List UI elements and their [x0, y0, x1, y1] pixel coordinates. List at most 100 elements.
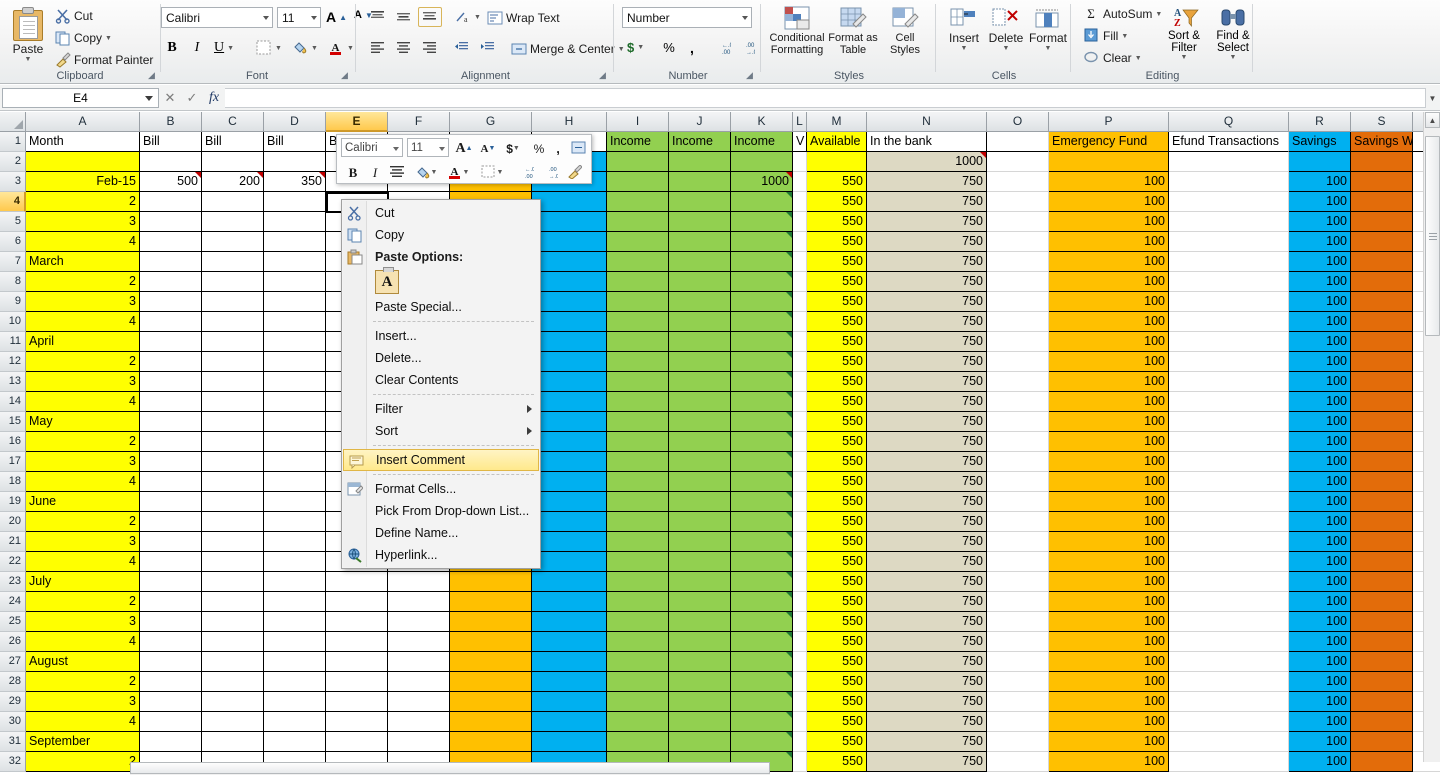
cell-B26[interactable]	[140, 632, 202, 652]
cell-S26[interactable]	[1351, 632, 1413, 652]
cell-R14[interactable]: 100	[1289, 392, 1351, 412]
cell-L16[interactable]	[793, 432, 807, 452]
row-header-21[interactable]: 21	[0, 532, 26, 552]
cell-K14[interactable]	[731, 392, 793, 412]
cell-O12[interactable]	[987, 352, 1049, 372]
cell-Q25[interactable]	[1169, 612, 1289, 632]
cell-K6[interactable]	[731, 232, 793, 252]
cell-H31[interactable]	[532, 732, 607, 752]
cell-O21[interactable]	[987, 532, 1049, 552]
mini-grow-font-button[interactable]: A▲	[453, 138, 475, 159]
cell-P28[interactable]: 100	[1049, 672, 1169, 692]
cell-K12[interactable]	[731, 352, 793, 372]
mini-merge-center-button[interactable]	[568, 138, 590, 159]
align-center-button[interactable]	[392, 38, 416, 58]
cell-R10[interactable]: 100	[1289, 312, 1351, 332]
row-header-16[interactable]: 16	[0, 432, 26, 452]
cell-A14[interactable]: 4	[26, 392, 140, 412]
cell-C14[interactable]	[202, 392, 264, 412]
horizontal-scroll-thumb[interactable]	[130, 762, 770, 774]
mini-font-name-combo[interactable]: Calibri	[341, 138, 403, 157]
cell-J24[interactable]	[669, 592, 731, 612]
mini-format-painter-button[interactable]	[563, 162, 587, 183]
mini-currency-button[interactable]: $▼	[501, 138, 525, 159]
insert-function-button[interactable]: fx	[203, 87, 225, 109]
copy-button[interactable]: Copy ▼	[52, 28, 115, 48]
cell-L25[interactable]	[793, 612, 807, 632]
cell-J11[interactable]	[669, 332, 731, 352]
cell-O1[interactable]	[987, 132, 1049, 152]
grow-font-button[interactable]: A ▲	[323, 7, 350, 27]
cell-P9[interactable]: 100	[1049, 292, 1169, 312]
cell-D14[interactable]	[264, 392, 326, 412]
cell-K9[interactable]	[731, 292, 793, 312]
cell-P19[interactable]: 100	[1049, 492, 1169, 512]
cell-R1[interactable]: Savings	[1289, 132, 1351, 152]
cell-R17[interactable]: 100	[1289, 452, 1351, 472]
cell-L13[interactable]	[793, 372, 807, 392]
cell-Q14[interactable]	[1169, 392, 1289, 412]
cell-G29[interactable]	[450, 692, 532, 712]
cell-H18[interactable]	[532, 472, 607, 492]
cell-J19[interactable]	[669, 492, 731, 512]
mini-shrink-font-button[interactable]: A▼	[477, 138, 499, 159]
context-menu-item-copy[interactable]: Copy	[342, 224, 540, 246]
cell-D15[interactable]	[264, 412, 326, 432]
cell-D1[interactable]: Bill	[264, 132, 326, 152]
orientation-button[interactable]: a ▼	[452, 7, 484, 27]
cell-D26[interactable]	[264, 632, 326, 652]
cell-F26[interactable]	[388, 632, 450, 652]
cell-B1[interactable]: Bill	[140, 132, 202, 152]
italic-button[interactable]: I	[186, 38, 208, 58]
cell-R32[interactable]: 100	[1289, 752, 1351, 772]
column-header-b[interactable]: B	[140, 112, 202, 132]
cell-H10[interactable]	[532, 312, 607, 332]
cell-D4[interactable]	[264, 192, 326, 212]
cell-H20[interactable]	[532, 512, 607, 532]
paste-button[interactable]: Paste ▼	[6, 4, 50, 70]
cell-Q10[interactable]	[1169, 312, 1289, 332]
cell-I28[interactable]	[607, 672, 669, 692]
cell-C2[interactable]	[202, 152, 264, 172]
cell-M23[interactable]: 550	[807, 572, 867, 592]
cell-O31[interactable]	[987, 732, 1049, 752]
context-menu-item-filter[interactable]: Filter	[342, 398, 540, 420]
cell-J1[interactable]: Income	[669, 132, 731, 152]
cell-C20[interactable]	[202, 512, 264, 532]
row-header-19[interactable]: 19	[0, 492, 26, 512]
cell-O3[interactable]	[987, 172, 1049, 192]
cell-N6[interactable]: 750	[867, 232, 987, 252]
cell-P7[interactable]: 100	[1049, 252, 1169, 272]
cell-M8[interactable]: 550	[807, 272, 867, 292]
format-painter-button[interactable]: Format Painter	[52, 50, 156, 70]
cell-A15[interactable]: May	[26, 412, 140, 432]
cell-A24[interactable]: 2	[26, 592, 140, 612]
cell-S3[interactable]	[1351, 172, 1413, 192]
cell-R27[interactable]: 100	[1289, 652, 1351, 672]
cell-K28[interactable]	[731, 672, 793, 692]
cell-S23[interactable]	[1351, 572, 1413, 592]
cell-O5[interactable]	[987, 212, 1049, 232]
cell-R4[interactable]: 100	[1289, 192, 1351, 212]
cell-D2[interactable]	[264, 152, 326, 172]
cell-S14[interactable]	[1351, 392, 1413, 412]
cell-P30[interactable]: 100	[1049, 712, 1169, 732]
cell-C4[interactable]	[202, 192, 264, 212]
cell-L5[interactable]	[793, 212, 807, 232]
cell-P32[interactable]: 100	[1049, 752, 1169, 772]
cell-Q5[interactable]	[1169, 212, 1289, 232]
cell-I8[interactable]	[607, 272, 669, 292]
cell-P6[interactable]: 100	[1049, 232, 1169, 252]
cell-J23[interactable]	[669, 572, 731, 592]
cell-J8[interactable]	[669, 272, 731, 292]
cell-C1[interactable]: Bill	[202, 132, 264, 152]
cell-M26[interactable]: 550	[807, 632, 867, 652]
cell-M12[interactable]: 550	[807, 352, 867, 372]
cell-S5[interactable]	[1351, 212, 1413, 232]
cell-I13[interactable]	[607, 372, 669, 392]
cell-I15[interactable]	[607, 412, 669, 432]
cell-I4[interactable]	[607, 192, 669, 212]
cell-Q15[interactable]	[1169, 412, 1289, 432]
cell-I5[interactable]	[607, 212, 669, 232]
cell-B14[interactable]	[140, 392, 202, 412]
